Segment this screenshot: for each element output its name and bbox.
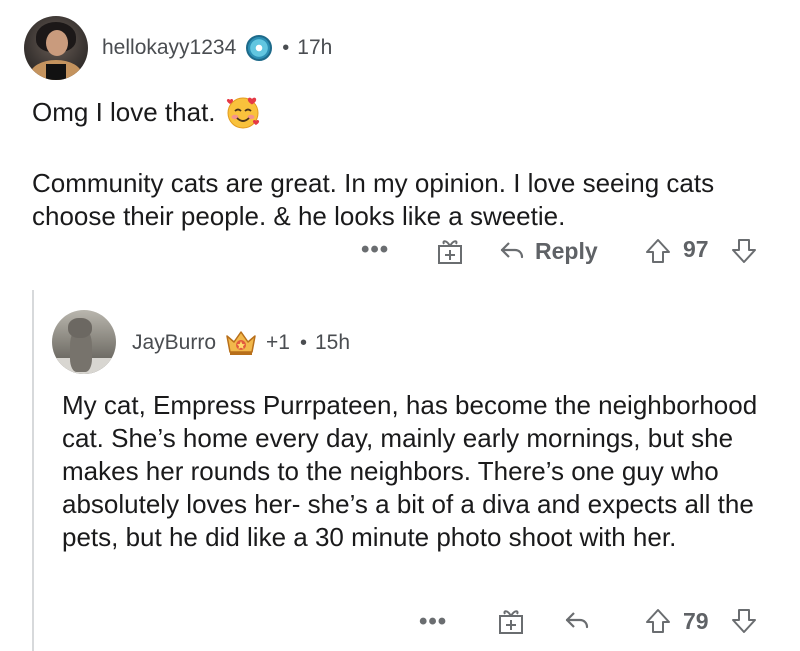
comment-timestamp[interactable]: 15h	[315, 331, 350, 355]
downvote-button[interactable]	[729, 236, 759, 266]
award-button[interactable]	[435, 236, 465, 266]
avatar-face	[46, 30, 68, 56]
comment-line: Omg I love that.	[32, 94, 772, 130]
comment-text: Community cats are great. In my opinion.…	[32, 168, 715, 231]
thread-line[interactable]	[32, 290, 34, 651]
award-flair-icon	[224, 328, 258, 358]
more-options-button[interactable]: •••	[361, 236, 389, 264]
avatar-top	[46, 64, 66, 80]
downvote-arrow-icon	[732, 239, 756, 263]
reply-button[interactable]	[562, 606, 592, 636]
separator-dot: •	[299, 331, 307, 354]
downvote-arrow-icon	[732, 609, 756, 633]
karma-count: +1	[266, 331, 290, 354]
upvote-arrow-icon	[646, 609, 670, 633]
vote-score: 79	[683, 608, 709, 634]
vote-score: 97	[683, 236, 709, 262]
upvote-button[interactable]	[643, 606, 673, 636]
gift-icon	[438, 240, 462, 264]
separator-dot: •	[282, 36, 290, 59]
smiling-face-with-hearts-icon	[226, 94, 262, 130]
comment-action-bar: ••• Reply 97	[0, 234, 800, 274]
award-button[interactable]	[496, 606, 526, 636]
user-avatar[interactable]	[24, 16, 88, 80]
comment-timestamp[interactable]: 17h	[297, 36, 332, 60]
reply-label: Reply	[535, 237, 598, 264]
reply-arrow-icon	[565, 612, 589, 629]
downvote-button[interactable]	[729, 606, 759, 636]
user-avatar[interactable]	[52, 310, 116, 374]
username-link[interactable]: hellokayy1234	[102, 36, 236, 60]
comment-header: JayBurro +1 • 15h	[132, 327, 350, 359]
upvote-button[interactable]	[643, 236, 673, 266]
verified-badge-icon	[246, 35, 273, 61]
reply-arrow-icon	[500, 242, 524, 259]
avatar-cat-head	[68, 318, 92, 338]
comment-header: hellokayy1234 • 17h	[102, 32, 332, 64]
comment-body: Omg I love that. Community cats are grea…	[32, 94, 772, 233]
more-options-button[interactable]: •••	[419, 608, 447, 636]
upvote-arrow-icon	[646, 239, 670, 263]
reply-button[interactable]: Reply	[497, 236, 598, 266]
comment-text: My cat, Empress Purrpateen, has become t…	[62, 390, 758, 552]
gift-icon	[499, 610, 523, 634]
username-link[interactable]: JayBurro	[132, 331, 216, 355]
comment-text-line1: Omg I love that.	[32, 96, 216, 127]
